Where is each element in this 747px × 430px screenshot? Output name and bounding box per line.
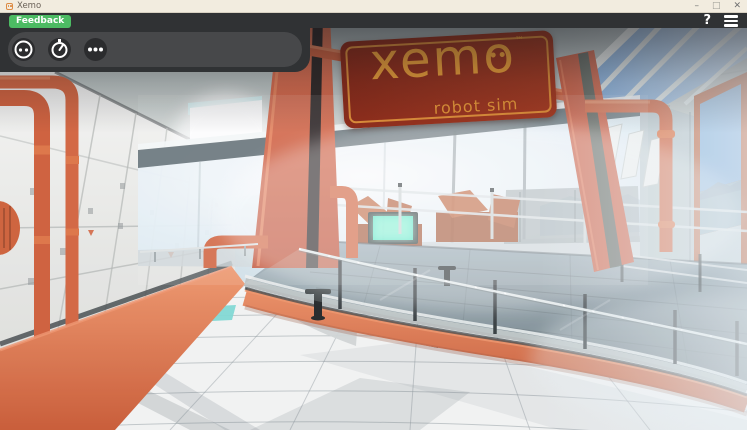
help-button[interactable]: ?	[703, 13, 711, 28]
app-window: Xemo – □ ✕	[0, 0, 747, 430]
sign-brand-smiley-o: o	[482, 28, 517, 82]
ellipsis-icon[interactable]	[84, 38, 107, 61]
sign-brand-text: xem	[368, 27, 485, 91]
toolbar-panel	[0, 28, 310, 72]
app-icon	[6, 3, 13, 10]
toolbar	[8, 32, 302, 67]
menu-icon[interactable]	[724, 14, 738, 27]
window-controls: – □ ✕	[694, 0, 741, 13]
xemo-sign: xemo™ robot sim	[340, 30, 558, 129]
stopwatch-icon[interactable]	[48, 38, 71, 61]
game-topbar: Feedback ?	[0, 13, 747, 28]
minimize-button[interactable]: –	[694, 0, 699, 13]
maximize-button[interactable]: □	[712, 0, 721, 13]
window-title: Xemo	[17, 0, 41, 13]
robot-face-icon[interactable]	[12, 38, 35, 61]
close-button[interactable]: ✕	[733, 0, 741, 13]
titlebar: Xemo – □ ✕	[0, 0, 747, 13]
sign-trademark: ™	[515, 36, 525, 46]
topbar-right: ?	[703, 13, 747, 28]
game-viewport[interactable]: xemo™ robot sim Feedback ?	[0, 13, 747, 430]
feedback-button[interactable]: Feedback	[9, 15, 71, 28]
